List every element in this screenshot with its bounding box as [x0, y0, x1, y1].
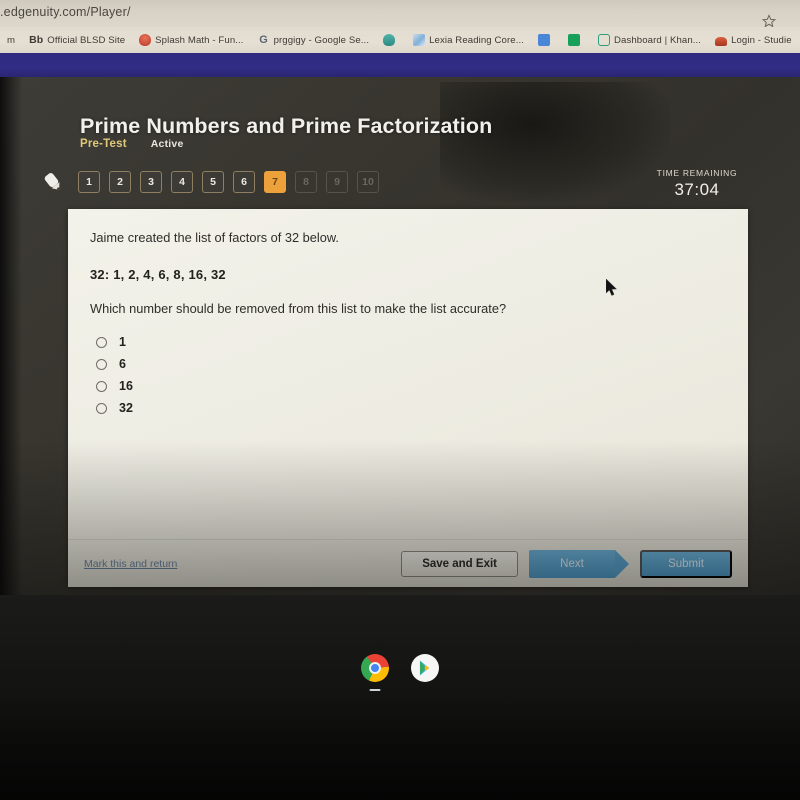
question-prompt: Which number should be removed from this… — [90, 300, 507, 316]
question-nav-4[interactable]: 4 — [171, 171, 193, 193]
url-text[interactable]: .edgenuity.com/Player/ — [0, 5, 131, 19]
question-card: Jaime created the list of factors of 32 … — [68, 209, 748, 587]
next-button[interactable]: Next — [529, 549, 629, 578]
bookmark-label: m — [7, 34, 16, 46]
bookmark-item-docs[interactable] — [531, 27, 561, 53]
bookmark-label: Login - Studie — [731, 34, 792, 46]
answer-choice-label: 1 — [119, 335, 126, 350]
pencil-tool-icon[interactable] — [36, 168, 70, 196]
question-nav-9: 9 — [326, 171, 348, 193]
question-nav-1[interactable]: 1 — [78, 171, 100, 193]
bookmark-item-splash-math[interactable]: Splash Math - Fun... — [132, 27, 250, 53]
bookmark-item-lexia-reading-core[interactable]: Lexia Reading Core... — [406, 27, 531, 53]
radio-button[interactable] — [96, 336, 107, 348]
status-badge: Active — [150, 138, 184, 150]
chromebook-screen-photo: .edgenuity.com/Player/ m Bb Official BLS… — [0, 0, 800, 800]
browser-omnibox[interactable]: .edgenuity.com/Player/ — [0, 0, 800, 28]
question-nav-2[interactable]: 2 — [109, 171, 131, 193]
timer: TIME REMAINING 37:04 — [642, 168, 752, 200]
question-navigation[interactable]: 1 2 3 4 5 6 7 8 9 10 — [36, 168, 388, 196]
question-nav-5[interactable]: 5 — [202, 171, 224, 193]
bookmark-item-prodigy[interactable]: G prggigy - Google Se... — [251, 27, 377, 53]
page-header-band — [0, 53, 800, 77]
answer-choice-label: 6 — [119, 357, 126, 372]
google-sheets-icon — [568, 34, 580, 46]
save-and-exit-button[interactable]: Save and Exit — [401, 550, 518, 577]
radio-button[interactable] — [96, 402, 107, 414]
active-app-indicator — [369, 688, 381, 691]
answer-choice-label: 32 — [119, 401, 133, 416]
answer-choice-1[interactable]: 1 — [96, 332, 726, 353]
star-bookmark-icon[interactable] — [762, 14, 776, 28]
question-nav-8: 8 — [295, 171, 317, 193]
answer-choice-label: 16 — [119, 379, 133, 394]
mark-this-and-return-link[interactable]: Mark this and return — [84, 558, 177, 570]
mouse-cursor — [605, 278, 618, 297]
question-nav-6[interactable]: 6 — [233, 171, 255, 193]
page-title: Prime Numbers and Prime Factorization — [80, 114, 493, 138]
chromeos-shelf[interactable] — [0, 645, 800, 691]
bookmark-label: Dashboard | Khan... — [614, 34, 702, 46]
bookmark-label: Lexia Reading Core... — [429, 34, 524, 46]
radio-button[interactable] — [96, 358, 107, 370]
bookmark-item-teal[interactable] — [376, 27, 406, 53]
submit-button[interactable]: Submit — [640, 549, 732, 578]
question-nav-7-current[interactable]: 7 — [264, 171, 286, 193]
factor-list: 32: 1, 2, 4, 6, 8, 16, 32 — [90, 266, 226, 282]
play-store-icon[interactable] — [411, 654, 439, 682]
bookmark-item-sheets[interactable] — [561, 27, 591, 53]
bookmark-item-login-student[interactable]: Login - Studie — [708, 27, 799, 53]
answer-choice-3[interactable]: 16 — [96, 376, 726, 397]
question-stem: Jaime created the list of factors of 32 … — [90, 230, 339, 245]
bookmark-item-official-blsd-site[interactable]: Bb Official BLSD Site — [22, 27, 132, 53]
bookmarks-bar[interactable]: m Bb Official BLSD Site Splash Math - Fu… — [0, 27, 800, 53]
assessment-type-label: Pre-Test — [80, 138, 127, 150]
radio-button[interactable] — [96, 380, 107, 392]
question-nav-10: 10 — [357, 171, 379, 193]
footer-actions: Save and Exit Next Submit — [401, 549, 732, 578]
bookmark-label: prggigy - Google Se... — [273, 34, 370, 46]
question-body: Jaime created the list of factors of 32 … — [68, 209, 748, 539]
question-nav-3[interactable]: 3 — [140, 171, 162, 193]
khan-academy-icon — [598, 34, 610, 46]
login-icon — [715, 36, 728, 46]
blackboard-icon: Bb — [29, 34, 44, 46]
google-g-icon: G — [259, 34, 268, 46]
timer-value: 37:04 — [674, 180, 720, 199]
chrome-icon[interactable] — [361, 654, 389, 691]
lexia-icon — [413, 34, 426, 46]
answer-choice-2[interactable]: 6 — [96, 354, 726, 375]
assessment-subheader: Pre-Test Active — [80, 138, 183, 150]
bookmark-label: Splash Math - Fun... — [155, 34, 244, 46]
timer-label: TIME REMAINING — [656, 168, 738, 178]
question-footer: Mark this and return Save and Exit Next … — [68, 539, 748, 587]
bookmark-item-khan-academy-dashboard[interactable]: Dashboard | Khan... — [591, 27, 708, 53]
chromeos-desktop — [0, 595, 800, 800]
bookmark-item[interactable]: m — [0, 27, 22, 53]
teal-owl-icon — [383, 34, 396, 46]
answer-choices: 1 6 16 32 — [96, 332, 726, 419]
splash-math-icon — [139, 34, 152, 46]
answer-choice-4[interactable]: 32 — [96, 398, 726, 419]
google-docs-icon — [538, 34, 550, 46]
bookmark-label: Official BLSD Site — [47, 34, 126, 46]
